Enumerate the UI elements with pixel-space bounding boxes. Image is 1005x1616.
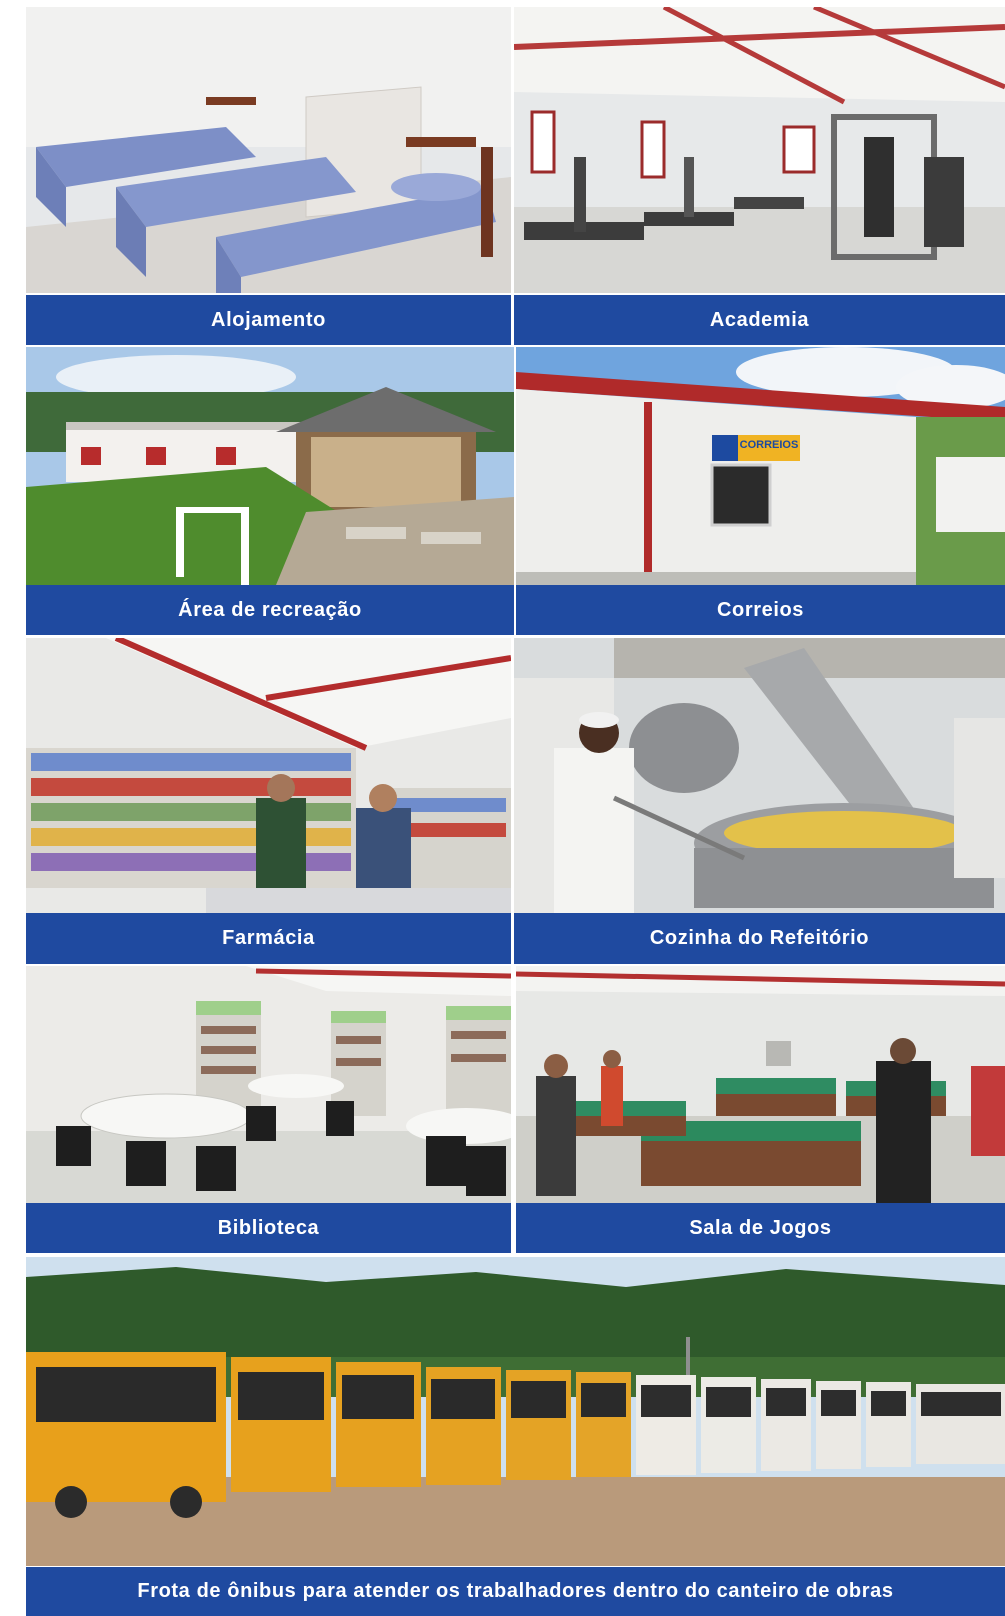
caption-area-de-recreacao: Área de recreação <box>26 585 514 635</box>
photo-frota-de-onibus <box>26 1257 1005 1566</box>
photo-cozinha-do-refeitorio <box>514 638 1005 913</box>
photo-biblioteca <box>26 966 511 1203</box>
caption-alojamento: Alojamento <box>26 295 511 345</box>
photo-area-de-recreacao <box>26 347 514 585</box>
panel-farmacia: Farmácia <box>26 638 511 964</box>
caption-sala-de-jogos: Sala de Jogos <box>516 1203 1005 1253</box>
panel-sala-de-jogos: Sala de Jogos <box>516 966 1005 1253</box>
panel-frota-de-onibus: Frota de ônibus para atender os trabalha… <box>26 1257 1005 1616</box>
photo-correios: CORREIOS <box>516 347 1005 585</box>
caption-academia: Academia <box>514 295 1005 345</box>
photo-sala-de-jogos <box>516 966 1005 1203</box>
photo-alojamento <box>26 7 511 293</box>
caption-correios: Correios <box>516 585 1005 635</box>
correios-sign-text: CORREIOS <box>739 439 799 451</box>
panel-cozinha-do-refeitorio: Cozinha do Refeitório <box>514 638 1005 964</box>
photo-farmacia <box>26 638 511 913</box>
panel-alojamento: Alojamento <box>26 7 511 345</box>
caption-farmacia: Farmácia <box>26 913 511 964</box>
caption-biblioteca: Biblioteca <box>26 1203 511 1253</box>
panel-area-de-recreacao: Área de recreação <box>26 347 514 635</box>
photo-academia <box>514 7 1005 293</box>
panel-biblioteca: Biblioteca <box>26 966 511 1253</box>
panel-correios: CORREIOS Correios <box>516 347 1005 635</box>
caption-frota-de-onibus: Frota de ônibus para atender os trabalha… <box>26 1567 1005 1616</box>
panel-academia: Academia <box>514 7 1005 345</box>
caption-cozinha-do-refeitorio: Cozinha do Refeitório <box>514 913 1005 964</box>
